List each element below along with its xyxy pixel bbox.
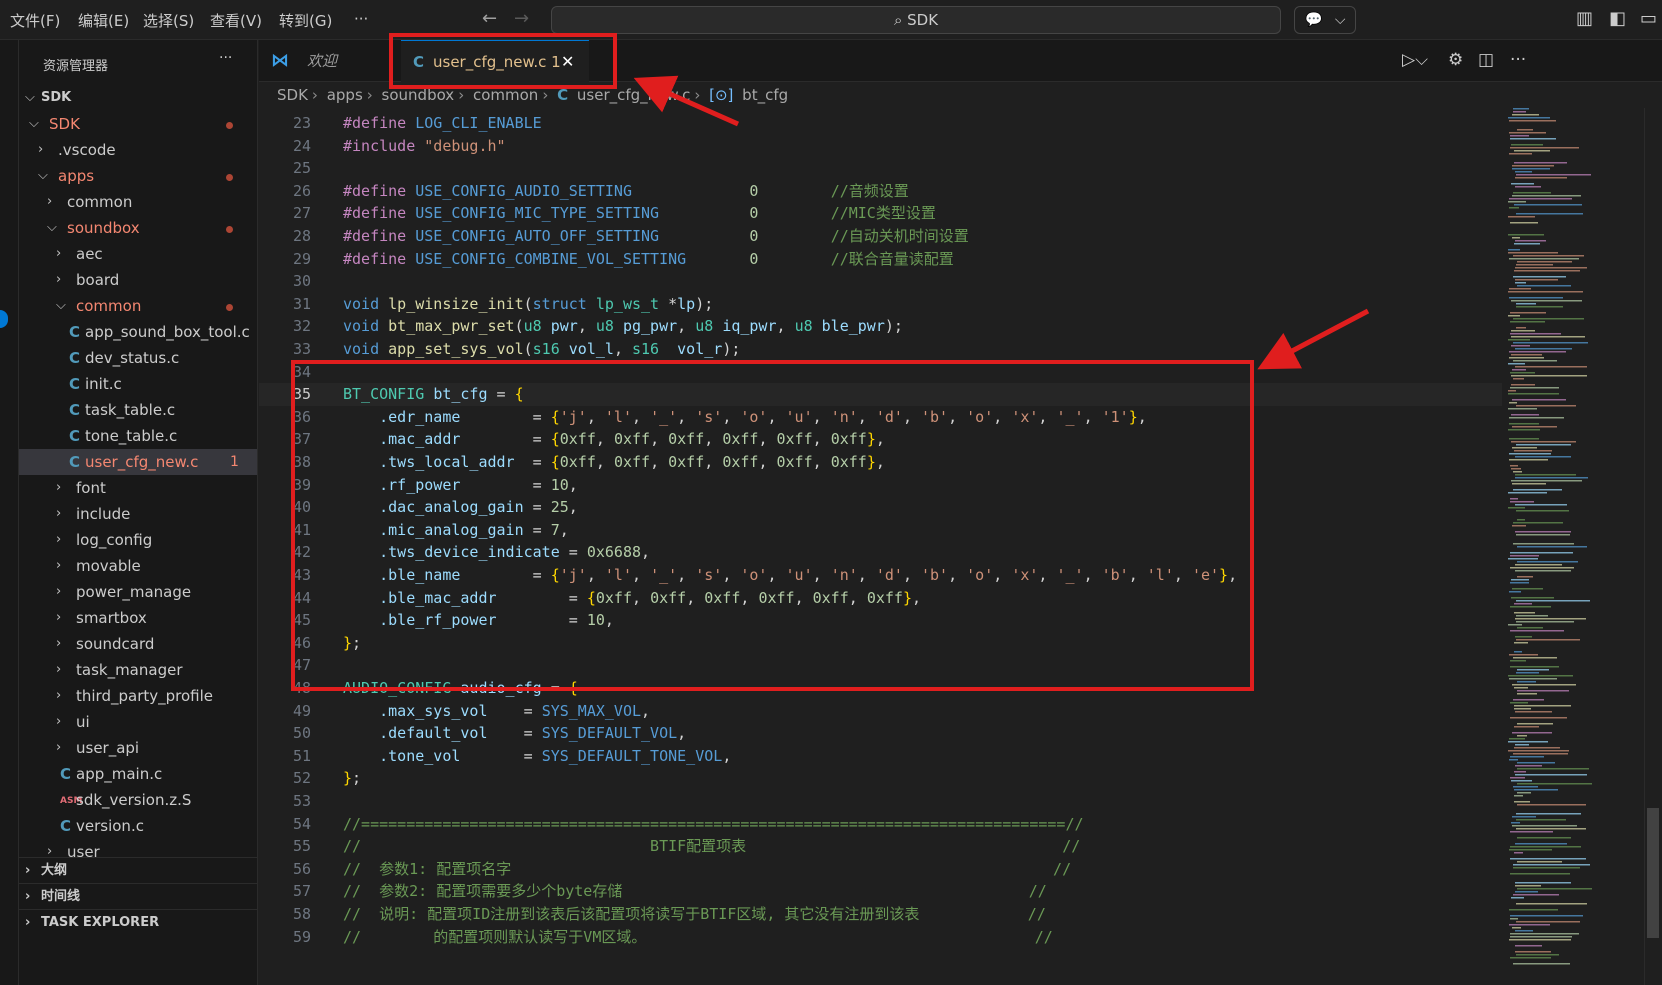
arrow-to-tab	[633, 75, 740, 127]
annotation-arrows	[633, 75, 1370, 370]
arrow-to-bt-cfg	[1257, 308, 1370, 370]
